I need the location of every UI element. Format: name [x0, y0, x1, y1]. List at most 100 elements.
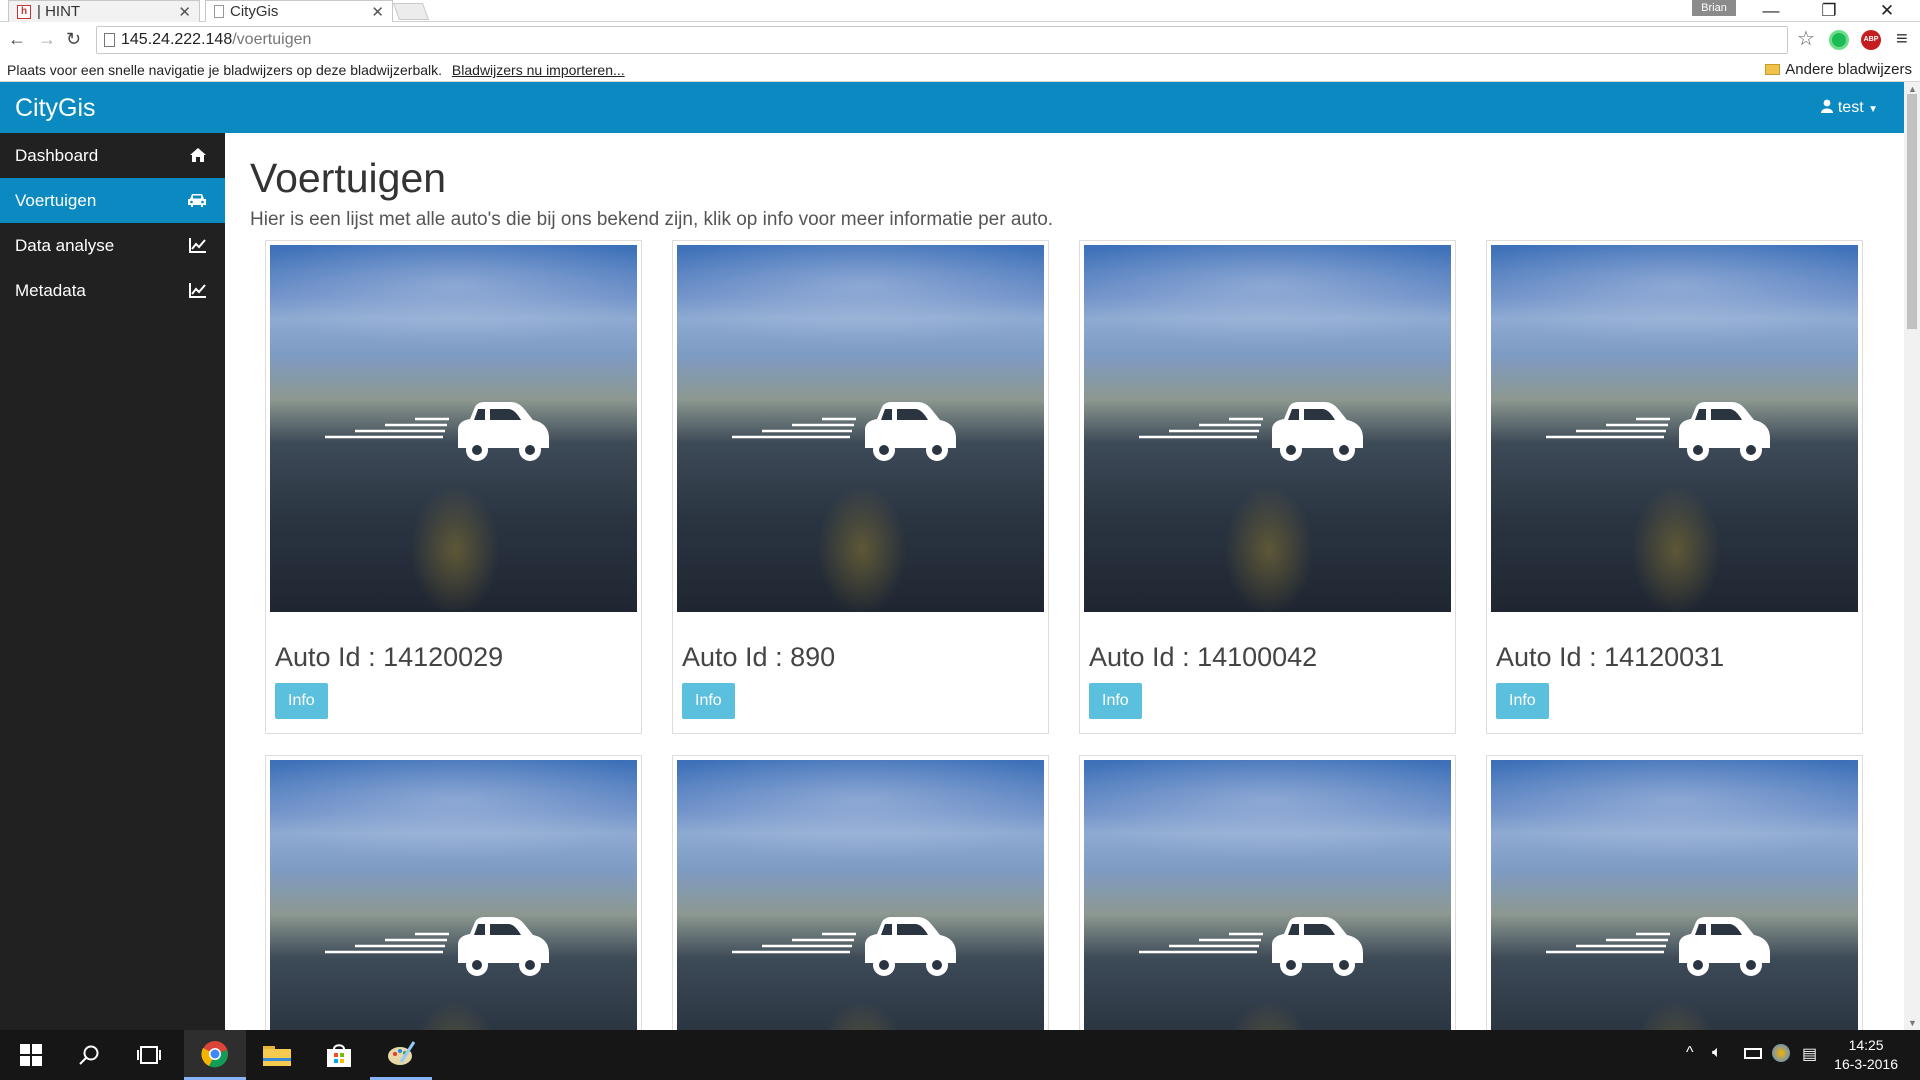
tray-chevron-icon[interactable]: ^	[1686, 1044, 1694, 1062]
scroll-up-icon[interactable]: ▲	[1908, 84, 1917, 94]
action-center-icon[interactable]: ▤	[1802, 1044, 1817, 1064]
sidebar-item-label: Dashboard	[15, 146, 99, 165]
user-menu[interactable]: test ▼	[1821, 99, 1878, 117]
vehicle-card: Auto Id : 14100042 Info	[1079, 240, 1456, 734]
caret-down-icon: ▼	[1868, 104, 1878, 115]
taskbar-clock[interactable]: 14:25 16-3-2016	[1834, 1036, 1898, 1074]
sidebar-item-voertuigen[interactable]: Voertuigen	[0, 178, 225, 223]
vehicle-id: Auto Id : 14120031	[1496, 642, 1725, 672]
back-icon[interactable]: ←	[8, 29, 26, 50]
new-tab-button[interactable]	[392, 3, 430, 20]
taskbar: ^ 🔈︎ ▤ 14:25 16-3-2016	[0, 1030, 1920, 1080]
speeding-car-icon	[1139, 917, 1363, 976]
file-explorer-icon[interactable]	[246, 1030, 308, 1080]
info-button[interactable]: Info	[275, 683, 328, 719]
close-tab-icon[interactable]: ✕	[178, 3, 191, 21]
paint-app-icon[interactable]	[370, 1030, 432, 1080]
windows-start-icon[interactable]	[2, 1030, 60, 1080]
vehicle-card	[672, 755, 1049, 1030]
bookmarks-hint: Plaats voor een snelle navigatie je blad…	[7, 62, 443, 78]
sidebar-item-label: Metadata	[15, 281, 86, 300]
page-icon	[104, 33, 115, 47]
battery-icon[interactable]	[1744, 1048, 1762, 1059]
store-bag-icon	[327, 1044, 351, 1067]
windows-logo-icon	[20, 1044, 42, 1066]
profile-badge[interactable]: Brian	[1692, 0, 1736, 16]
chrome-logo-icon	[201, 1040, 228, 1067]
top-navbar: CityGis test ▼	[0, 82, 1904, 133]
other-bookmarks[interactable]: Andere bladwijzers	[1765, 58, 1912, 82]
hint-favicon-icon: h	[17, 4, 31, 19]
tray-app-icon[interactable]	[1772, 1044, 1790, 1062]
vehicle-id: Auto Id : 14100042	[1089, 642, 1318, 672]
main-content: Voertuigen Hier is een lijst met alle au…	[225, 133, 1904, 1030]
sidebar: Dashboard Voertuigen Data analyse Metada…	[0, 133, 225, 1030]
scrollbar-thumb[interactable]	[1907, 94, 1917, 329]
tab-citygis[interactable]: CityGis ✕	[205, 0, 393, 22]
task-view-glyph-icon	[137, 1046, 161, 1064]
page-scrollbar[interactable]: ▲ ▼	[1904, 82, 1920, 1030]
reload-icon[interactable]: ↻	[66, 29, 81, 50]
search-icon[interactable]	[60, 1030, 118, 1080]
store-icon[interactable]	[308, 1030, 370, 1080]
task-view-icon[interactable]	[120, 1030, 178, 1080]
page-favicon-icon	[214, 5, 224, 18]
restore-icon[interactable]: ❐	[1800, 0, 1858, 22]
page-subtitle: Hier is een lijst met alle auto's die bi…	[250, 209, 1054, 230]
clock-date: 16-3-2016	[1834, 1056, 1898, 1072]
forward-icon[interactable]: →	[38, 29, 56, 50]
bookmark-star-icon[interactable]: ☆	[1797, 26, 1815, 51]
close-tab-icon[interactable]: ✕	[371, 3, 384, 21]
browser-toolbar: ← → ↻ 145.24.222.148/voertuigen	[0, 22, 1920, 58]
vehicle-card	[1079, 755, 1456, 1030]
speeding-car-icon	[325, 917, 549, 976]
tab-label: | HINT	[37, 3, 81, 20]
browser-menu-icon[interactable]: ≡	[1896, 28, 1908, 51]
info-button[interactable]: Info	[1089, 683, 1142, 719]
vehicle-image	[270, 760, 637, 1030]
tab-label: CityGis	[230, 3, 279, 20]
chrome-taskbar-icon[interactable]	[184, 1030, 246, 1080]
user-icon	[1821, 99, 1834, 113]
sidebar-item-label: Voertuigen	[15, 191, 97, 210]
scroll-down-icon[interactable]: ▼	[1908, 1018, 1917, 1028]
vehicle-image	[677, 245, 1044, 612]
other-bookmarks-label: Andere bladwijzers	[1785, 61, 1912, 78]
vehicle-card: Auto Id : 14120031 Info	[1486, 240, 1863, 734]
adblock-icon[interactable]: ABP	[1861, 30, 1881, 50]
vehicle-card	[265, 755, 642, 1030]
import-bookmarks-link[interactable]: Bladwijzers nu importeren...	[452, 62, 625, 78]
sidebar-item-label: Data analyse	[15, 236, 115, 255]
tab-strip: h | HINT ✕ CityGis ✕ Brian — ❐ ✕	[0, 0, 1920, 22]
extension-green-icon[interactable]	[1829, 30, 1849, 50]
tab-hint[interactable]: h | HINT ✕	[8, 0, 200, 22]
sidebar-item-data-analyse[interactable]: Data analyse	[0, 223, 225, 268]
volume-muted-icon[interactable]: 🔈︎	[1712, 1044, 1722, 1062]
vehicle-image	[1491, 245, 1858, 612]
user-name: test	[1837, 99, 1864, 116]
speeding-car-icon	[732, 917, 956, 976]
bookmarks-bar: Plaats voor een snelle navigatie je blad…	[0, 58, 1920, 82]
vehicle-image	[1084, 245, 1451, 612]
brand-logo[interactable]: CityGis	[15, 94, 96, 123]
speeding-car-icon	[1546, 402, 1770, 461]
vehicle-image	[1084, 760, 1451, 1030]
vehicle-image	[270, 245, 637, 612]
search-glass-icon	[79, 1045, 99, 1065]
address-bar[interactable]: 145.24.222.148/voertuigen	[96, 26, 1788, 54]
minimize-icon[interactable]: —	[1742, 0, 1800, 22]
close-window-icon[interactable]: ✕	[1858, 0, 1916, 22]
sidebar-item-dashboard[interactable]: Dashboard	[0, 133, 225, 178]
speeding-car-icon	[1546, 917, 1770, 976]
app: CityGis test ▼ Dashboard Voertuigen Data…	[0, 82, 1904, 1030]
sidebar-item-metadata[interactable]: Metadata	[0, 268, 225, 313]
info-button[interactable]: Info	[1496, 683, 1549, 719]
line-chart-icon	[189, 283, 206, 298]
vehicle-card	[1486, 755, 1863, 1030]
speeding-car-icon	[325, 402, 549, 461]
address-path: /voertuigen	[232, 31, 312, 48]
clock-time: 14:25	[1848, 1037, 1884, 1053]
home-icon	[190, 148, 206, 162]
info-button[interactable]: Info	[682, 683, 735, 719]
palette-icon	[388, 1040, 415, 1065]
